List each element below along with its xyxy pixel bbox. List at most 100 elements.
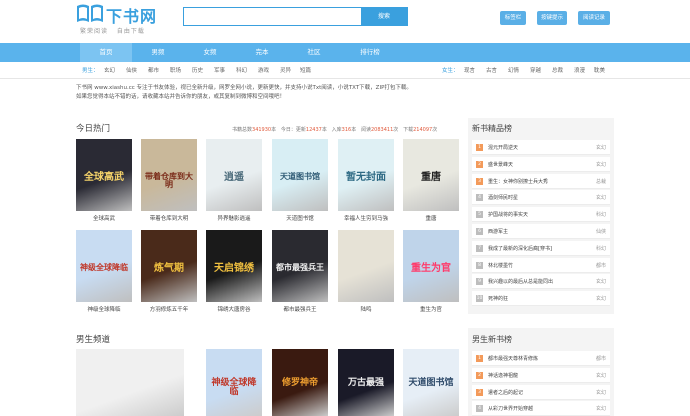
nav-female[interactable]: 女频 — [184, 43, 236, 62]
rank-book-name[interactable]: 遣者之后的起记 — [488, 389, 523, 396]
subnav-male-item[interactable]: 短篇 — [300, 66, 311, 74]
rank-item[interactable]: 9 我兴趣以的最后从总是能同出 玄幻 — [472, 274, 610, 290]
book-title[interactable]: 异界魅影逍遥 — [206, 214, 262, 222]
book-cover[interactable]: 天道图书馆 — [272, 139, 328, 211]
book-card[interactable]: 逍遥 异界魅影逍遥 — [206, 139, 262, 222]
book-card[interactable]: 神级全球降临 神级全球降临 — [76, 230, 132, 313]
book-cover[interactable]: 暂无封面 — [338, 139, 394, 211]
book-title[interactable]: 都市最强兵王 — [272, 305, 328, 313]
rank-book-name[interactable]: 我成了最新的深化后裔[穿书] — [488, 245, 552, 252]
subnav-female-item[interactable]: 总裁 — [552, 66, 563, 74]
book-cover[interactable]: 带着仓库到大明 — [141, 139, 197, 211]
book-title[interactable]: 重唐 — [403, 214, 459, 222]
book-card[interactable]: 万古最强 — [338, 349, 394, 416]
subnav-female-item[interactable]: 现言 — [464, 66, 475, 74]
book-title[interactable]: 天道图书馆 — [272, 214, 328, 222]
book-card[interactable]: 炼气期方羽修炼五千年 — [141, 230, 197, 313]
nav-home[interactable]: 首页 — [80, 43, 132, 62]
rank-book-name[interactable]: 死神的狂 — [488, 295, 508, 302]
book-cover[interactable]: 修罗神帝 — [272, 349, 328, 416]
book-cover[interactable] — [76, 349, 184, 416]
book-title[interactable]: 锦绣大唐房谷 — [206, 305, 262, 313]
book-cover[interactable]: 万古最强 — [338, 349, 394, 416]
book-title[interactable]: 全球高武 — [76, 214, 132, 222]
rank-item[interactable]: 2 神话逸神祖龍 玄幻 — [472, 367, 610, 383]
subnav-male-item[interactable]: 军事 — [214, 66, 225, 74]
bookmark-button[interactable]: 标签栏 — [500, 11, 526, 25]
book-title[interactable]: 神级全球降临 — [76, 305, 132, 313]
rank-book-name[interactable]: 混元开局逆天 — [488, 144, 518, 151]
book-title[interactable]: 幸福人生穷到马強 — [338, 214, 394, 222]
rank-item[interactable]: 3 重生：女神你别撩士兵大秀 总裁 — [472, 173, 610, 189]
book-card[interactable]: 神级全球降临 — [206, 349, 262, 416]
subnav-female-item[interactable]: 古言 — [486, 66, 497, 74]
book-card[interactable]: 陆鸣 — [338, 230, 394, 313]
book-cover[interactable]: 全球高武 — [76, 139, 132, 211]
subnav-male-item[interactable]: 游戏 — [258, 66, 269, 74]
rank-item[interactable]: 4 酒剑师民时星 玄幻 — [472, 190, 610, 206]
rank-item[interactable]: 2 盛世景峰天 玄幻 — [472, 156, 610, 172]
rank-item[interactable]: 5 护国战将的事实天 科幻 — [472, 207, 610, 223]
subnav-male-item[interactable]: 仙侠 — [126, 66, 137, 74]
book-card[interactable]: 天道图书馆 — [403, 349, 459, 416]
rank-item[interactable]: 1 都市最强天尊林青修炼 都市 — [472, 351, 610, 366]
book-card[interactable]: 重生为官 重生为官 — [403, 230, 459, 313]
rank-book-name[interactable]: 神话逸神祖龍 — [488, 372, 518, 379]
book-cover[interactable]: 天道图书馆 — [403, 349, 459, 416]
rank-item[interactable]: 7 我成了最新的深化后裔[穿书] 科幻 — [472, 240, 610, 256]
book-card[interactable] — [76, 349, 184, 416]
search-input[interactable] — [184, 8, 362, 25]
book-card[interactable]: 天道图书馆 天道图书馆 — [272, 139, 328, 222]
subnav-male-item[interactable]: 历史 — [192, 66, 203, 74]
book-card[interactable]: 暂无封面幸福人生穷到马強 — [338, 139, 394, 222]
book-cover[interactable]: 重生为官 — [403, 230, 459, 302]
rank-book-name[interactable]: 盛世景峰天 — [488, 161, 513, 168]
book-cover[interactable]: 神级全球降临 — [206, 349, 262, 416]
shortcut-button[interactable]: 按键提示 — [537, 11, 567, 25]
subnav-female-item[interactable]: 耽美 — [594, 66, 605, 74]
book-cover[interactable]: 都市最强兵王 — [272, 230, 328, 302]
nav-ranking[interactable]: 排行榜 — [344, 43, 396, 62]
rank-book-name[interactable]: 都市最强天尊林青修炼 — [488, 355, 538, 362]
book-cover[interactable]: 天启锦绣 — [206, 230, 262, 302]
rank-item[interactable]: 8 林北楼墨竹 都市 — [472, 257, 610, 273]
book-card[interactable]: 修罗神帝 — [272, 349, 328, 416]
rank-item[interactable]: 3 遣者之后的起记 玄幻 — [472, 384, 610, 400]
book-cover[interactable]: 炼气期 — [141, 230, 197, 302]
book-card[interactable]: 带着仓库到大明 带着仓库到大明 — [141, 139, 197, 222]
nav-community[interactable]: 社区 — [288, 43, 340, 62]
site-logo[interactable]: 下书网 繁荣阅读 自由下载 — [76, 3, 166, 37]
rank-book-name[interactable]: 我兴趣以的最后从总是能同出 — [488, 278, 553, 285]
book-cover[interactable]: 神级全球降临 — [76, 230, 132, 302]
book-card[interactable]: 全球高武 全球高武 — [76, 139, 132, 222]
book-card[interactable]: 天启锦绣锦绣大唐房谷 — [206, 230, 262, 313]
subnav-female-item[interactable]: 穿越 — [530, 66, 541, 74]
reading-history-button[interactable]: 阅读记录 — [578, 11, 610, 25]
book-title[interactable]: 带着仓库到大明 — [141, 214, 197, 222]
rank-book-name[interactable]: 林北楼墨竹 — [488, 262, 513, 269]
subnav-female-item[interactable]: 浪漫 — [574, 66, 585, 74]
search-button[interactable]: 搜索 — [361, 8, 407, 25]
subnav-male-item[interactable]: 都市 — [148, 66, 159, 74]
rank-item[interactable]: 1 混元开局逆天 玄幻 — [472, 140, 610, 155]
subnav-male-item[interactable]: 职场 — [170, 66, 181, 74]
subnav-female-item[interactable]: 幻情 — [508, 66, 519, 74]
rank-book-name[interactable]: 护国战将的事实天 — [488, 211, 528, 218]
nav-male[interactable]: 男频 — [132, 43, 184, 62]
book-cover[interactable] — [338, 230, 394, 302]
subnav-male-item[interactable]: 科幻 — [236, 66, 247, 74]
rank-item[interactable]: 6 西游军主 仙侠 — [472, 224, 610, 239]
nav-finished[interactable]: 完本 — [236, 43, 288, 62]
rank-book-name[interactable]: 酒剑师民时星 — [488, 194, 518, 201]
book-title[interactable]: 方羽修炼五千年 — [141, 305, 197, 313]
rank-book-name[interactable]: 从彩刀世界开始穿越 — [488, 405, 533, 412]
subnav-male-item[interactable]: 灵异 — [280, 66, 291, 74]
book-cover[interactable]: 重唐 — [403, 139, 459, 211]
subnav-male-item[interactable]: 玄幻 — [104, 66, 115, 74]
book-cover[interactable]: 逍遥 — [206, 139, 262, 211]
rank-book-name[interactable]: 西游军主 — [488, 228, 508, 235]
book-title[interactable]: 重生为官 — [403, 305, 459, 313]
book-card[interactable]: 重唐 重唐 — [403, 139, 459, 222]
rank-item[interactable]: 4 从彩刀世界开始穿越 玄幻 — [472, 401, 610, 416]
book-card[interactable]: 都市最强兵王 都市最强兵王 — [272, 230, 328, 313]
